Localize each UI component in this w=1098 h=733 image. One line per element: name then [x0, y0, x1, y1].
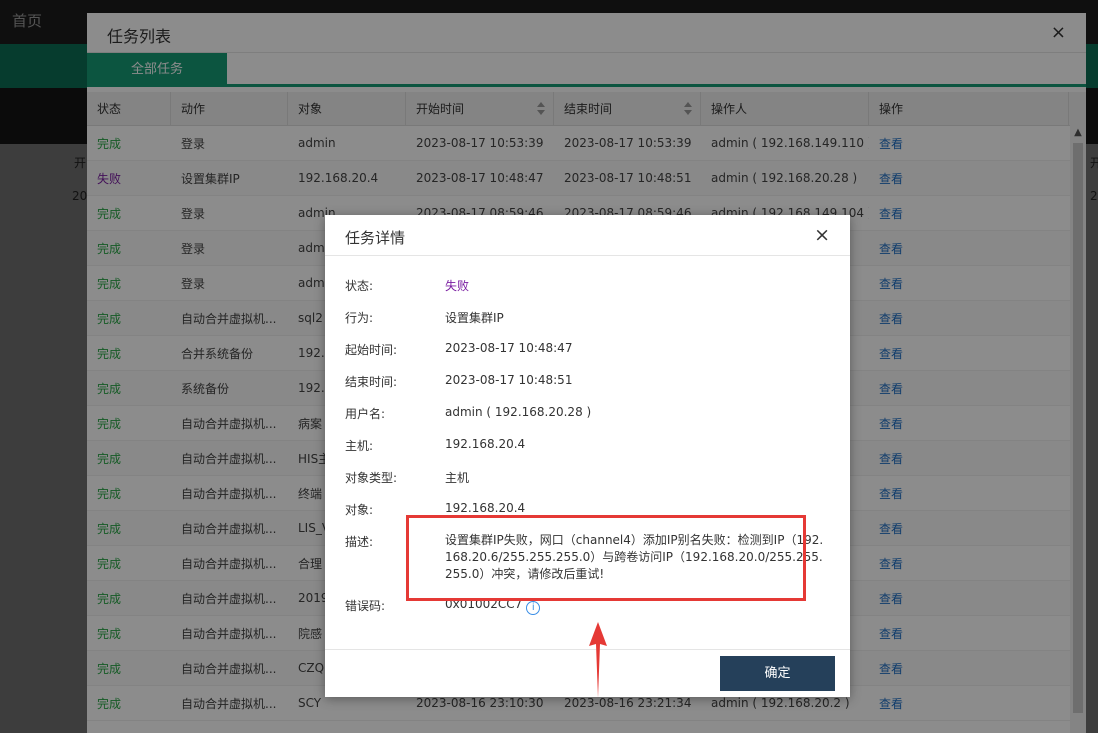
object-value: 192.168.20.4 [445, 501, 526, 515]
start-time-value: 2023-08-17 10:48:47 [445, 341, 573, 355]
annotation-arrow-icon [589, 622, 607, 698]
behavior-label: 行为: [345, 311, 374, 325]
host-value: 192.168.20.4 [445, 437, 526, 451]
username-label: 用户名: [345, 407, 386, 421]
username-value: admin ( 192.168.20.28 ) [445, 405, 592, 419]
confirm-button[interactable]: 确定 [720, 656, 835, 691]
object-type-label: 对象类型: [345, 471, 398, 485]
highlight-box [406, 515, 806, 601]
object-type-value: 主机 [445, 471, 470, 485]
close-icon[interactable]: × [814, 224, 830, 246]
start-time-label: 起始时间: [345, 343, 398, 357]
task-detail-title: 任务详情 [345, 229, 406, 247]
task-detail-header: 任务详情 × [325, 215, 850, 256]
description-label: 描述: [345, 535, 374, 549]
error-code-label: 错误码: [345, 599, 386, 613]
end-time-value: 2023-08-17 10:48:51 [445, 373, 573, 387]
status-value: 失败 [445, 279, 470, 293]
host-label: 主机: [345, 439, 374, 453]
status-label: 状态: [345, 279, 374, 293]
behavior-value: 设置集群IP [445, 311, 504, 325]
object-label: 对象: [345, 503, 374, 517]
end-time-label: 结束时间: [345, 375, 398, 389]
info-icon[interactable]: i [526, 601, 541, 615]
